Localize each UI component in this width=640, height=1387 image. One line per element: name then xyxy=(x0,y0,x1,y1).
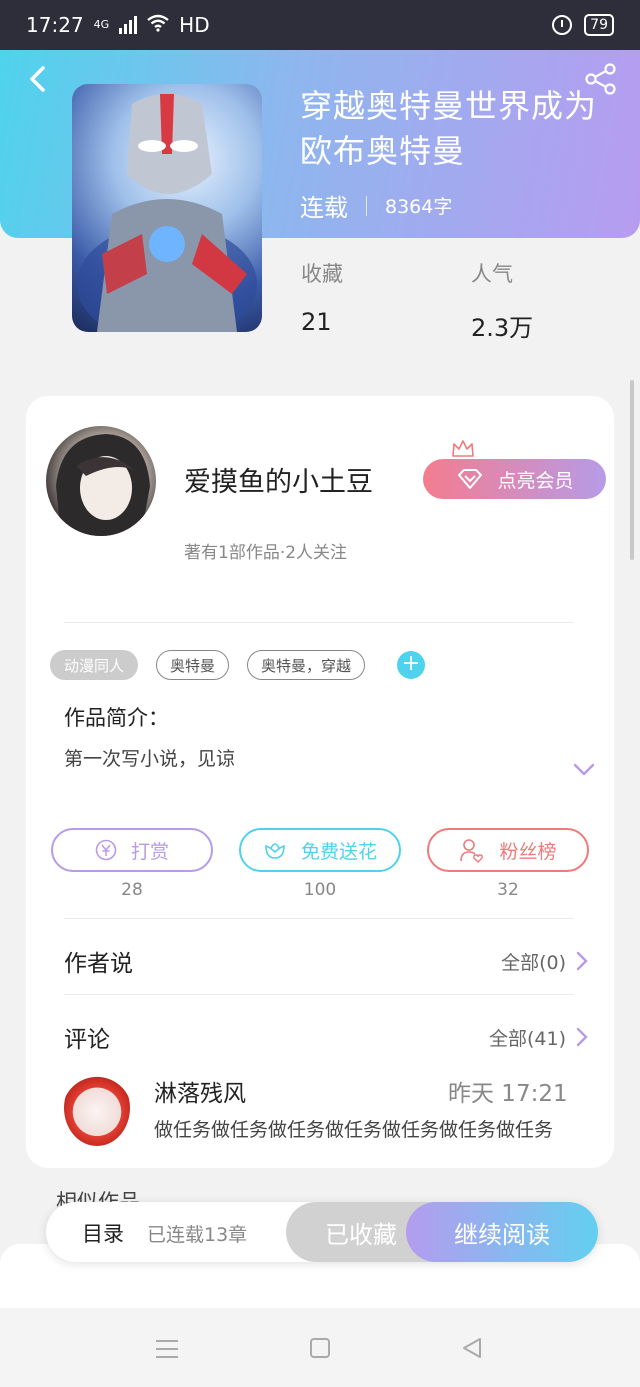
flower-count: 100 xyxy=(303,880,337,900)
stat-popularity: 人气 2.3万 xyxy=(471,258,533,343)
comment-text[interactable]: 做任务做任务做任务做任务做任务做任务做任务 xyxy=(154,1115,553,1142)
author-avatar[interactable] xyxy=(46,426,156,536)
flower-icon xyxy=(265,843,285,859)
send-flower-label: 免费送花 xyxy=(300,840,377,863)
status-bar: 17:27 4G HD 79 xyxy=(0,0,640,50)
back-button[interactable] xyxy=(22,62,52,96)
intro-title: 作品简介： xyxy=(64,706,169,730)
alarm-icon xyxy=(552,15,573,35)
status-left: 17:27 4G HD xyxy=(26,13,210,37)
serial-status: 连载 xyxy=(300,194,348,222)
commenter-avatar[interactable] xyxy=(64,1070,130,1146)
reward-label: 打赏 xyxy=(130,840,169,863)
scrollbar[interactable] xyxy=(630,380,634,560)
author-summary: 著有1部作品·2人关注 xyxy=(184,543,348,563)
menu-icon[interactable] xyxy=(156,1340,178,1358)
stat-value: 2.3万 xyxy=(471,314,534,342)
reward-count: 28 xyxy=(121,880,143,900)
book-cover[interactable] xyxy=(72,84,262,332)
tag-item[interactable]: 奥特曼 xyxy=(156,650,230,680)
battery-icon: 79 xyxy=(584,14,614,36)
person-heart-icon xyxy=(460,839,484,863)
fan-count: 32 xyxy=(497,880,519,900)
book-meta: 连载 8364字 xyxy=(300,188,452,223)
vip-button[interactable]: 点亮会员 xyxy=(423,459,606,499)
send-flower-button[interactable]: 免费送花 xyxy=(239,828,401,872)
comments-all-label: 全部(41) xyxy=(488,1027,566,1050)
back-triangle-icon[interactable] xyxy=(460,1336,484,1360)
stat-label: 收藏 xyxy=(301,262,343,286)
chapter-count[interactable]: 已连载13章 xyxy=(147,1220,247,1247)
author-says-all-label: 全部(0) xyxy=(501,951,566,974)
table-of-contents-button[interactable]: 目录 xyxy=(82,1218,124,1248)
collected-label: 已收藏 xyxy=(325,1220,397,1249)
cover-illustration xyxy=(77,94,257,332)
avatar-illustration xyxy=(56,434,150,536)
author-says-all-link[interactable]: 全部(0) xyxy=(501,948,588,975)
comments-title: 评论 xyxy=(64,1027,110,1053)
status-right: 79 xyxy=(552,14,614,36)
chevron-left-icon xyxy=(30,66,45,92)
chevron-down-icon[interactable] xyxy=(572,760,596,780)
word-count: 8364字 xyxy=(385,196,453,218)
signal-icon xyxy=(119,16,138,34)
comments-row[interactable]: 评论 全部(41) xyxy=(64,1020,588,1054)
intro-text: 第一次写小说，见谅 xyxy=(64,748,236,770)
network-type: 4G xyxy=(93,18,110,31)
meta-divider xyxy=(366,195,367,216)
divider xyxy=(64,918,574,919)
diamond-icon xyxy=(458,469,483,489)
fan-ranking-label: 粉丝榜 xyxy=(499,840,557,863)
add-tag-button[interactable]: + xyxy=(397,651,426,679)
comments-all-link[interactable]: 全部(41) xyxy=(489,1024,588,1051)
author-name[interactable]: 爱摸鱼的小土豆 xyxy=(184,460,373,499)
wifi-icon xyxy=(147,14,169,37)
vip-button-label: 点亮会员 xyxy=(497,469,574,492)
stat-label: 人气 xyxy=(471,262,513,286)
chevron-right-icon xyxy=(576,951,588,971)
continue-reading-label: 继续阅读 xyxy=(454,1220,550,1249)
comment-time: 昨天 17:21 xyxy=(448,1081,568,1107)
commenter-name[interactable]: 淋落残风 xyxy=(154,1074,246,1108)
hd-indicator: HD xyxy=(179,13,210,37)
author-says-row[interactable]: 作者说 全部(0) xyxy=(64,944,588,978)
yen-coin-icon xyxy=(95,839,117,861)
tag-list: 动漫同人 奥特曼 奥特曼，穿越 + xyxy=(50,650,426,680)
stat-value: 21 xyxy=(301,308,332,336)
tag-item[interactable]: 奥特曼，穿越 xyxy=(247,650,366,680)
author-says-title: 作者说 xyxy=(64,951,133,977)
chevron-right-icon xyxy=(576,1027,588,1047)
tag-item[interactable]: 动漫同人 xyxy=(50,650,139,680)
divider xyxy=(64,622,574,623)
continue-reading-button[interactable]: 继续阅读 xyxy=(406,1202,598,1262)
fan-ranking-button[interactable]: 粉丝榜 xyxy=(427,828,589,872)
home-icon[interactable] xyxy=(310,1338,330,1358)
status-time: 17:27 xyxy=(26,13,84,37)
divider xyxy=(64,994,574,995)
reward-button[interactable]: 打赏 xyxy=(51,828,213,872)
book-title: 穿越奥特曼世界成为欧布奥特曼 xyxy=(300,87,598,170)
stat-favorites: 收藏 21 xyxy=(301,258,343,336)
crown-icon xyxy=(452,440,474,457)
